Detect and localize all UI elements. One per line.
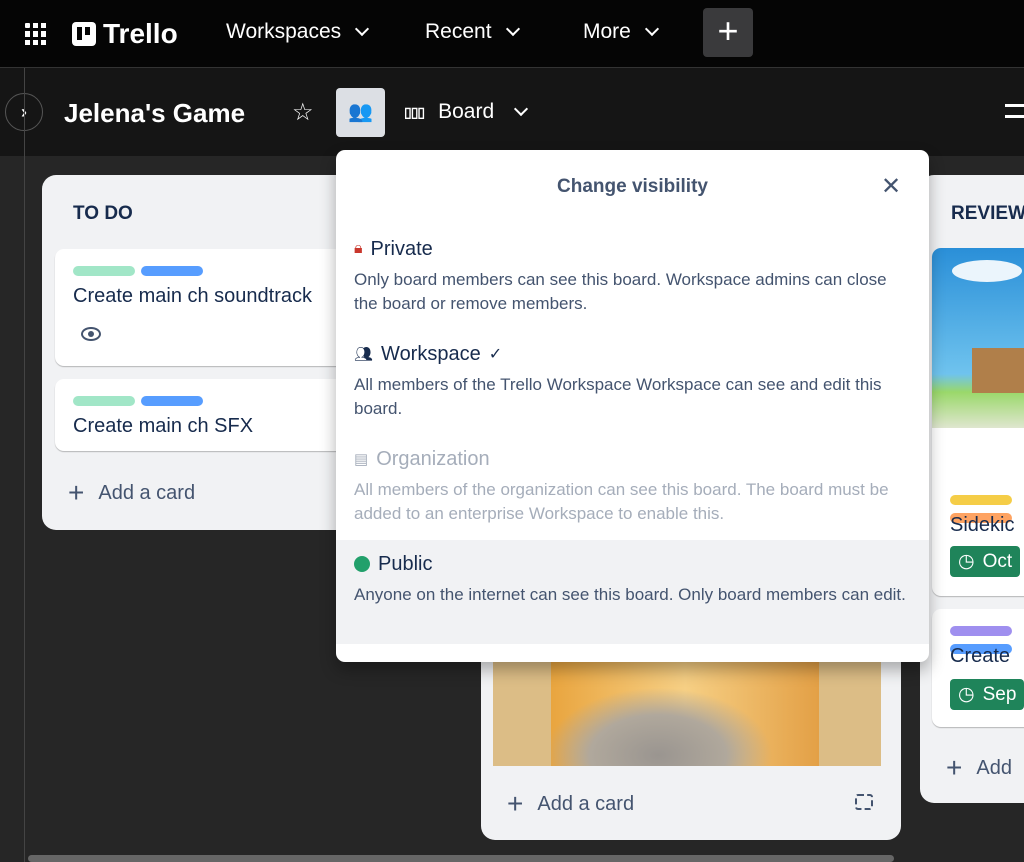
due-date-badge[interactable]: ◷ Oct bbox=[950, 546, 1021, 577]
visibility-button[interactable]: 👥 bbox=[336, 88, 385, 137]
clock-icon: ◷ bbox=[958, 684, 975, 705]
card[interactable]: Create main ch soundtrack bbox=[55, 249, 375, 366]
chevron-down-icon bbox=[644, 21, 659, 37]
star-icon[interactable]: ☆ bbox=[292, 98, 314, 127]
list-todo: TO DO Create main ch soundtrack Create m… bbox=[42, 175, 382, 530]
visibility-option-organization: ▤ Organization All members of the organiz… bbox=[354, 447, 889, 524]
add-card-button[interactable]: + Add a card bbox=[68, 477, 195, 509]
add-card-button[interactable]: + Add bbox=[946, 752, 1012, 784]
card-label bbox=[73, 266, 135, 276]
card-template-icon[interactable] bbox=[855, 794, 873, 810]
horizontal-scrollbar[interactable] bbox=[28, 855, 894, 862]
card-title: Sidekic bbox=[950, 514, 1015, 536]
plus-icon: + bbox=[946, 752, 963, 783]
plus-icon: + bbox=[507, 788, 524, 819]
globe-icon bbox=[354, 556, 370, 572]
visibility-option-workspace[interactable]: 👥︎ Workspace ✓ All members of the Trello W… bbox=[336, 339, 929, 421]
top-nav: Trello Workspaces Recent More + bbox=[0, 0, 1024, 68]
nav-more[interactable]: More bbox=[583, 20, 659, 44]
sidebar-edge bbox=[24, 68, 25, 862]
card-title: Create bbox=[950, 645, 1011, 667]
board-title[interactable]: Jelena's Game bbox=[64, 98, 245, 129]
chevron-down-icon bbox=[514, 101, 529, 117]
visibility-option-public[interactable]: Public Anyone on the internet can see th… bbox=[336, 540, 929, 644]
card-label bbox=[950, 495, 1012, 505]
due-date-badge[interactable]: ◷ Sep bbox=[950, 679, 1024, 710]
close-icon[interactable]: ✕ bbox=[881, 172, 901, 201]
card[interactable]: Create main ch SFX bbox=[55, 379, 375, 451]
trello-logo[interactable]: Trello bbox=[72, 18, 178, 50]
board-icon: ▯▯▯ bbox=[404, 103, 425, 120]
list-title[interactable]: TO DO bbox=[73, 203, 133, 225]
org-icon: ▤ bbox=[354, 451, 369, 468]
eye-icon bbox=[81, 327, 101, 341]
card-label bbox=[950, 626, 1012, 636]
card[interactable]: Sidekic ◷ Oct bbox=[932, 248, 1024, 596]
chevron-down-icon bbox=[355, 21, 370, 37]
list-title[interactable]: REVIEW bbox=[951, 203, 1024, 225]
card-label bbox=[73, 396, 135, 406]
create-button[interactable]: + bbox=[703, 8, 753, 57]
card-title: Create main ch SFX bbox=[73, 415, 254, 437]
board-view-switcher[interactable]: ▯▯▯ Board bbox=[404, 100, 529, 124]
card-title: Create main ch soundtrack bbox=[73, 285, 313, 307]
app-switcher-icon[interactable] bbox=[25, 23, 47, 45]
add-card-button[interactable]: + Add a card bbox=[507, 788, 634, 820]
nav-workspaces[interactable]: Workspaces bbox=[226, 20, 370, 44]
people-icon: 👥︎ bbox=[354, 346, 374, 363]
card[interactable]: Create ◷ Sep bbox=[932, 609, 1024, 727]
trello-logo-icon bbox=[72, 22, 96, 46]
list-review: REVIEW Sidekic ◷ Oct Create ◷ Sep + Add bbox=[920, 175, 1024, 803]
clock-icon: ◷ bbox=[958, 551, 975, 572]
change-visibility-popover: Change visibility ✕ 🔒︎ Private Only board… bbox=[336, 150, 929, 662]
card-label bbox=[141, 266, 203, 276]
card-cover-image[interactable] bbox=[493, 660, 881, 766]
card-label bbox=[141, 396, 203, 406]
filter-icon[interactable] bbox=[1005, 104, 1024, 118]
card-cover-image bbox=[932, 248, 1024, 428]
check-icon: ✓ bbox=[488, 346, 503, 363]
lock-icon: 🔒︎ bbox=[354, 240, 363, 257]
chevron-down-icon bbox=[505, 21, 520, 37]
plus-icon: + bbox=[68, 477, 85, 508]
nav-recent[interactable]: Recent bbox=[425, 20, 520, 44]
popover-title: Change visibility bbox=[557, 176, 708, 197]
visibility-option-private[interactable]: 🔒︎ Private Only board members can see thi… bbox=[336, 234, 929, 316]
board-header: › Jelena's Game ☆ 👥 ▯▯▯ Board bbox=[0, 68, 1024, 156]
people-icon: 👥 bbox=[348, 101, 373, 123]
